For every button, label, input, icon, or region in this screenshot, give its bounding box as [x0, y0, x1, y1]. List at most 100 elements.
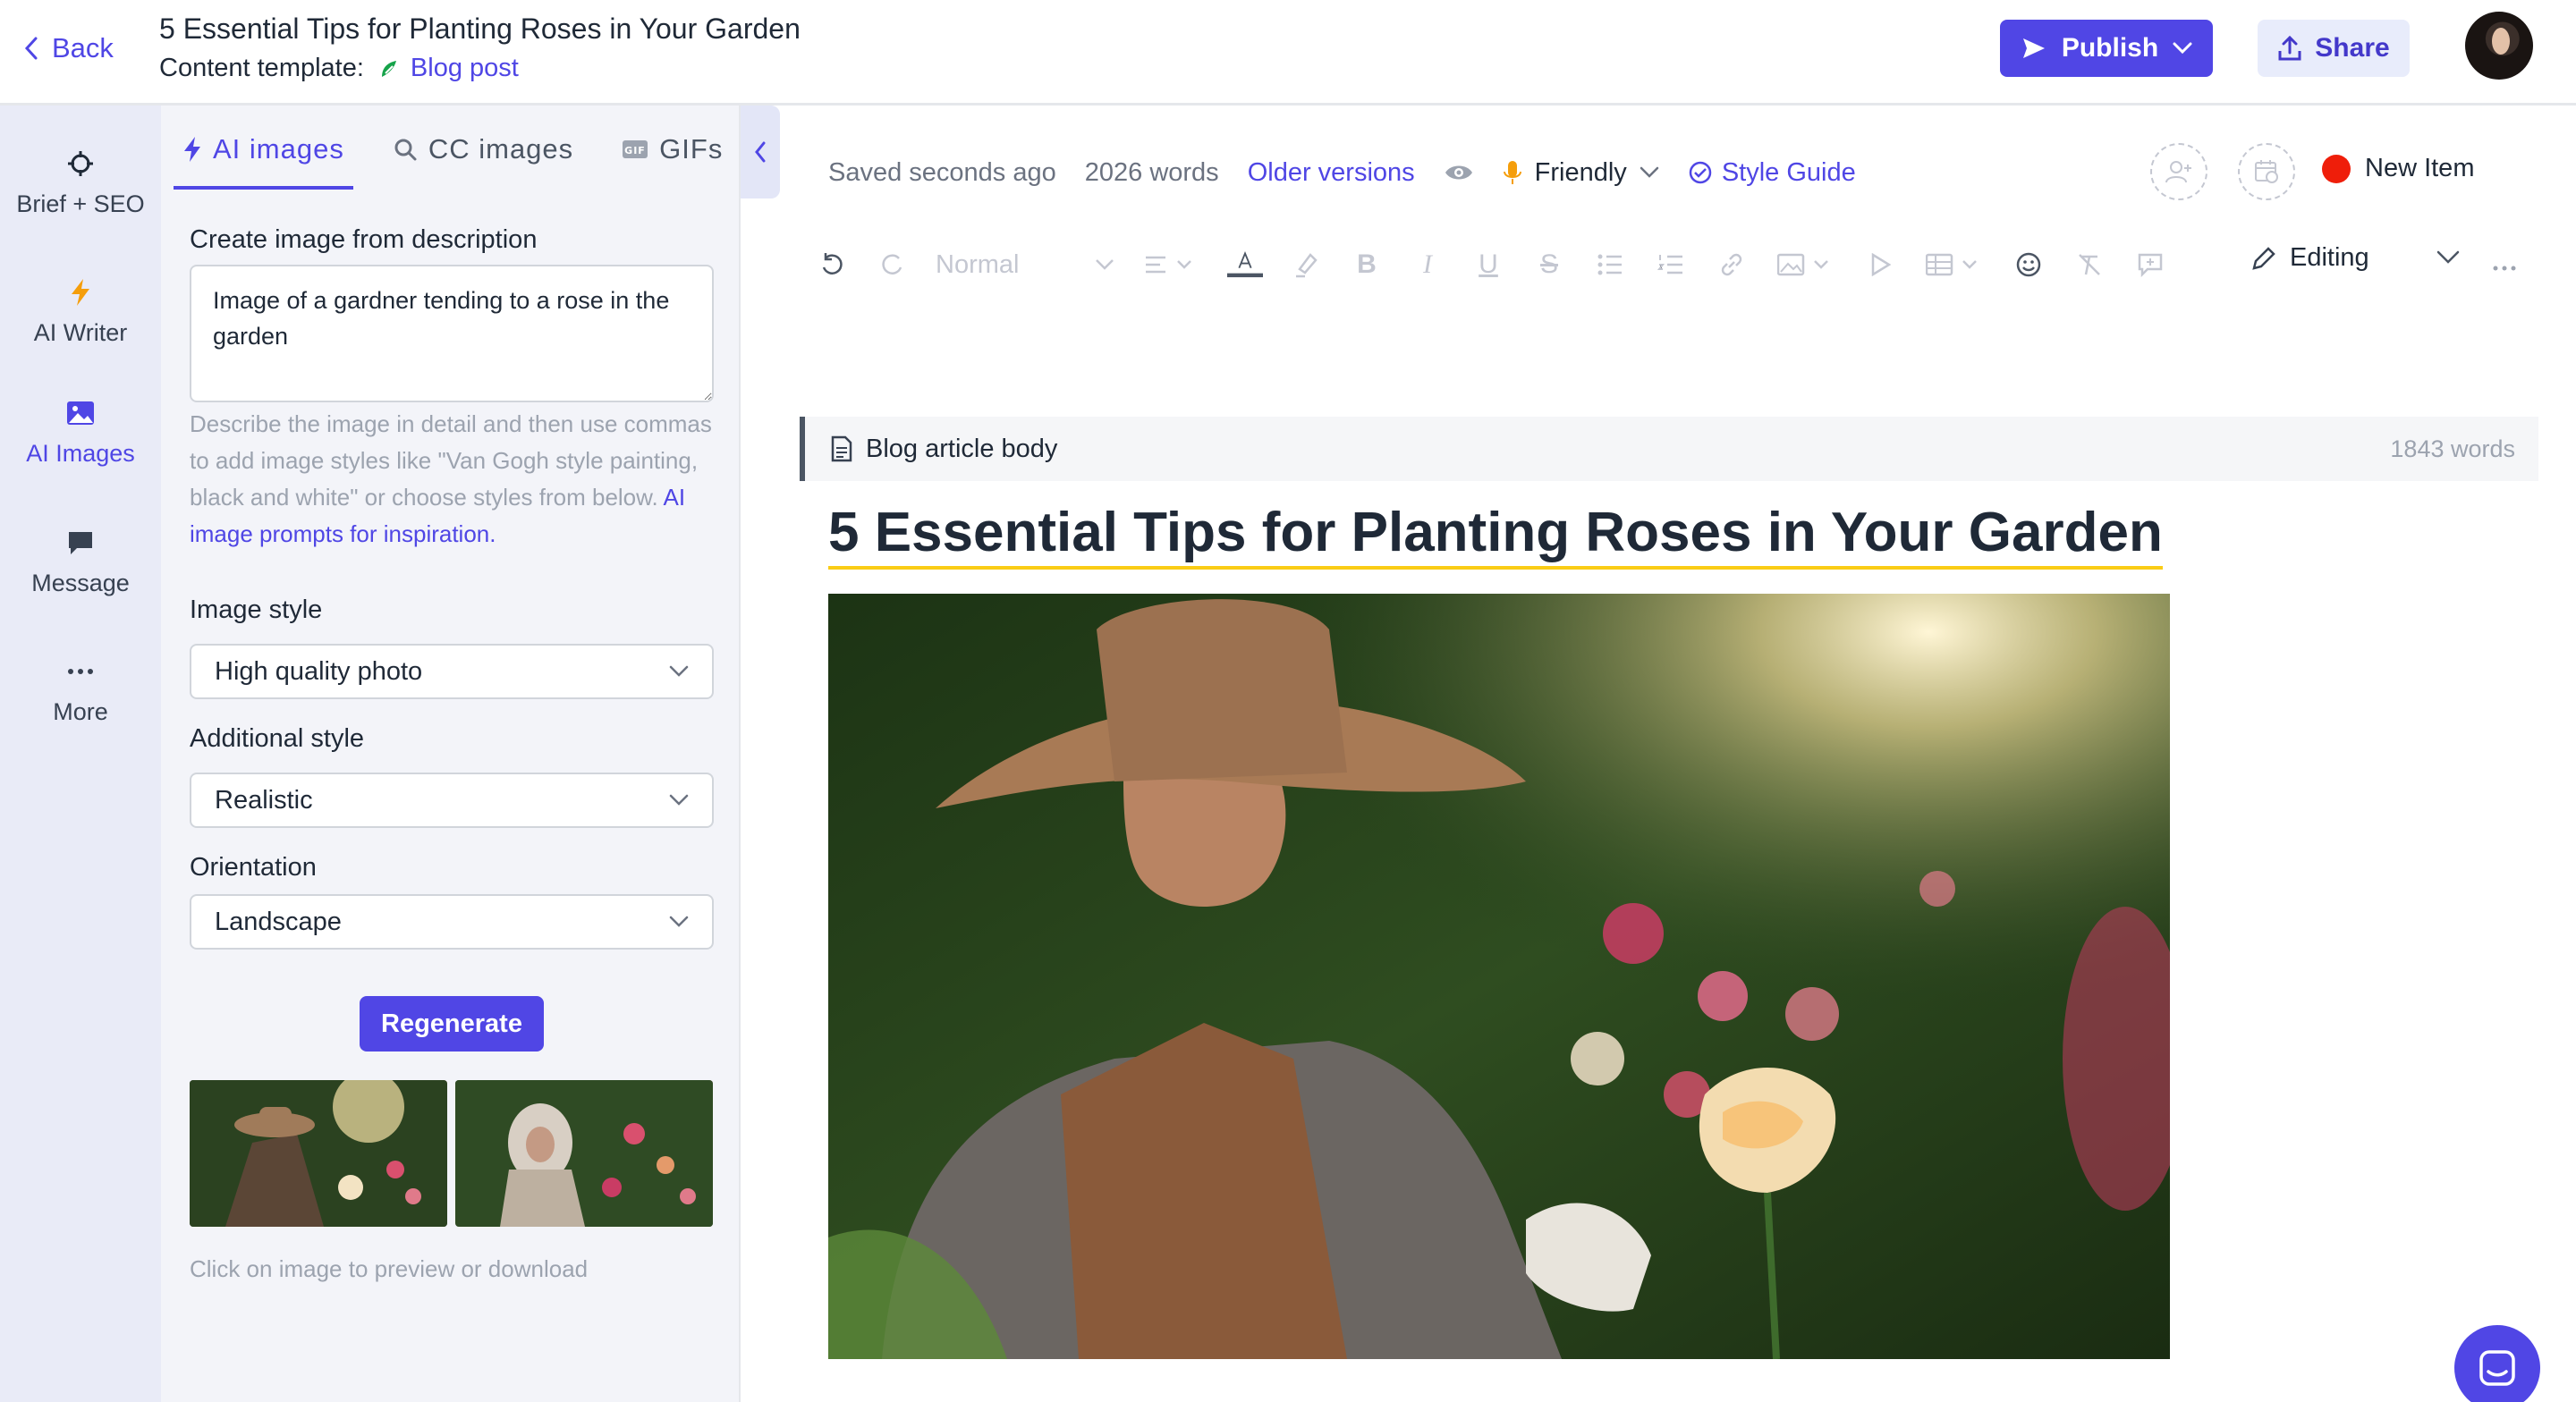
user-avatar[interactable]: [2465, 12, 2533, 80]
chevron-down-icon[interactable]: [2436, 250, 2460, 269]
chevron-down-icon: [2173, 42, 2192, 55]
tab-gifs[interactable]: GIF GIFs: [613, 106, 732, 193]
thumbnail-hint: Click on image to preview or download: [190, 1255, 589, 1282]
additional-style-select[interactable]: Realistic: [190, 773, 714, 828]
nav-item-brief-seo[interactable]: Brief + SEO: [0, 120, 161, 245]
ai-images-panel: AI images CC images GIF GIFs Create imag…: [161, 106, 741, 1402]
nav-item-more[interactable]: More: [0, 628, 161, 753]
redo-icon[interactable]: [875, 247, 911, 283]
chevron-down-icon: [669, 665, 689, 677]
orientation-select[interactable]: Landscape: [190, 894, 714, 950]
document-title[interactable]: 5 Essential Tips for Planting Roses in Y…: [159, 13, 801, 46]
image-style-select[interactable]: High quality photo: [190, 644, 714, 699]
pencil-icon: [2252, 246, 2275, 270]
svg-text:GIF: GIF: [624, 145, 646, 156]
tone-value: Friendly: [1534, 157, 1627, 187]
align-icon[interactable]: [1140, 247, 1202, 283]
add-collaborator-button[interactable]: [2150, 143, 2207, 200]
workflow-status-label: New Item: [2365, 154, 2475, 182]
publish-label: Publish: [2061, 33, 2159, 63]
orientation-value: Landscape: [215, 907, 342, 936]
article-hero-image[interactable]: [828, 594, 2170, 1359]
article-title[interactable]: 5 Essential Tips for Planting Roses in Y…: [828, 501, 2163, 570]
emoji-icon[interactable]: [2011, 247, 2046, 283]
numbered-list-icon[interactable]: [1653, 247, 1689, 283]
calendar-clock-icon: [2255, 160, 2278, 183]
link-icon[interactable]: [1714, 247, 1750, 283]
content-template-label: Content template:: [159, 54, 364, 82]
nav-label: Message: [31, 569, 130, 596]
share-label: Share: [2315, 33, 2390, 63]
section-label: Blog article body: [866, 434, 1058, 463]
bolt-icon: [64, 276, 97, 308]
clear-format-icon[interactable]: [2072, 247, 2107, 283]
orientation-label: Orientation: [190, 853, 317, 882]
upload-icon: [2278, 35, 2301, 61]
image-description-input[interactable]: [190, 265, 714, 402]
comment-icon[interactable]: [2132, 247, 2168, 283]
image-style-label: Image style: [190, 595, 323, 624]
block-style-select[interactable]: Normal: [936, 250, 1114, 280]
left-nav: Brief + SEO AI Writer AI Images Message …: [0, 106, 161, 1402]
create-image-label: Create image from description: [190, 225, 538, 254]
back-button[interactable]: Back: [23, 30, 114, 66]
search-icon: [394, 139, 417, 161]
collapse-panel-button[interactable]: [741, 106, 780, 198]
bullet-list-icon[interactable]: [1592, 247, 1628, 283]
more-options-icon[interactable]: [2492, 249, 2517, 279]
document-icon: [831, 435, 852, 462]
undo-icon[interactable]: [814, 247, 850, 283]
italic-icon[interactable]: I: [1410, 247, 1445, 283]
editing-mode-select[interactable]: Editing: [2250, 243, 2369, 273]
tab-ai-images[interactable]: AI images: [174, 106, 353, 193]
older-versions-link[interactable]: Older versions: [1248, 158, 1415, 188]
image-style-value: High quality photo: [215, 656, 423, 686]
panel-tabs: AI images CC images GIF GIFs: [161, 106, 741, 193]
insert-image-icon[interactable]: [1775, 247, 1837, 283]
tab-cc-images[interactable]: CC images: [384, 106, 582, 193]
send-icon: [2022, 38, 2045, 58]
help-text: Describe the image in detail and then us…: [190, 410, 712, 511]
underline-icon[interactable]: U: [1470, 247, 1506, 283]
chevron-down-icon: [669, 916, 689, 927]
generated-image-thumbnail[interactable]: [455, 1080, 713, 1227]
schedule-button[interactable]: [2238, 143, 2295, 200]
image-icon: [64, 397, 97, 429]
content-template-link[interactable]: Blog post: [377, 54, 519, 83]
highlight-icon[interactable]: [1288, 247, 1324, 283]
table-icon[interactable]: [1923, 247, 1986, 283]
section-word-count: 1843 words: [2390, 435, 2515, 462]
tone-selector[interactable]: Friendly: [1503, 158, 1659, 188]
editing-mode-label: Editing: [2290, 243, 2369, 272]
nav-item-message[interactable]: Message: [0, 499, 161, 624]
word-count: 2026 words: [1084, 157, 1219, 187]
nav-label: Brief + SEO: [16, 190, 145, 217]
chevron-down-icon: [1096, 259, 1114, 270]
workflow-status[interactable]: New Item: [2322, 154, 2474, 183]
publish-button[interactable]: Publish: [2000, 20, 2213, 77]
strikethrough-icon[interactable]: S: [1531, 247, 1567, 283]
share-button[interactable]: Share: [2258, 20, 2410, 77]
bolt-icon: [184, 137, 200, 162]
video-icon[interactable]: [1862, 247, 1898, 283]
content-template-value: Blog post: [410, 54, 519, 82]
status-dot: [2322, 154, 2351, 183]
chevron-down-icon: [669, 794, 689, 806]
gif-icon: GIF: [623, 140, 648, 158]
bold-icon[interactable]: B: [1349, 247, 1385, 283]
style-guide-link[interactable]: Style Guide: [1688, 158, 1856, 188]
tab-label: GIFs: [659, 133, 724, 165]
regenerate-button[interactable]: Regenerate: [360, 996, 544, 1052]
section-label-group: Blog article body: [830, 435, 1057, 464]
editor-status-bar: Saved seconds ago 2026 words Older versi…: [828, 141, 1856, 204]
section-header: Blog article body 1843 words: [800, 417, 2538, 481]
chat-widget-button[interactable]: [2454, 1325, 2540, 1402]
additional-style-label: Additional style: [190, 724, 365, 753]
nav-item-ai-images[interactable]: AI Images: [0, 365, 161, 499]
text-color-icon[interactable]: [1227, 247, 1263, 283]
nav-item-ai-writer[interactable]: AI Writer: [0, 249, 161, 374]
generated-image-thumbnail[interactable]: [190, 1080, 447, 1227]
eye-icon[interactable]: [1444, 162, 1474, 183]
message-icon: [64, 527, 97, 559]
description-help-text: Describe the image in detail and then us…: [190, 406, 717, 553]
